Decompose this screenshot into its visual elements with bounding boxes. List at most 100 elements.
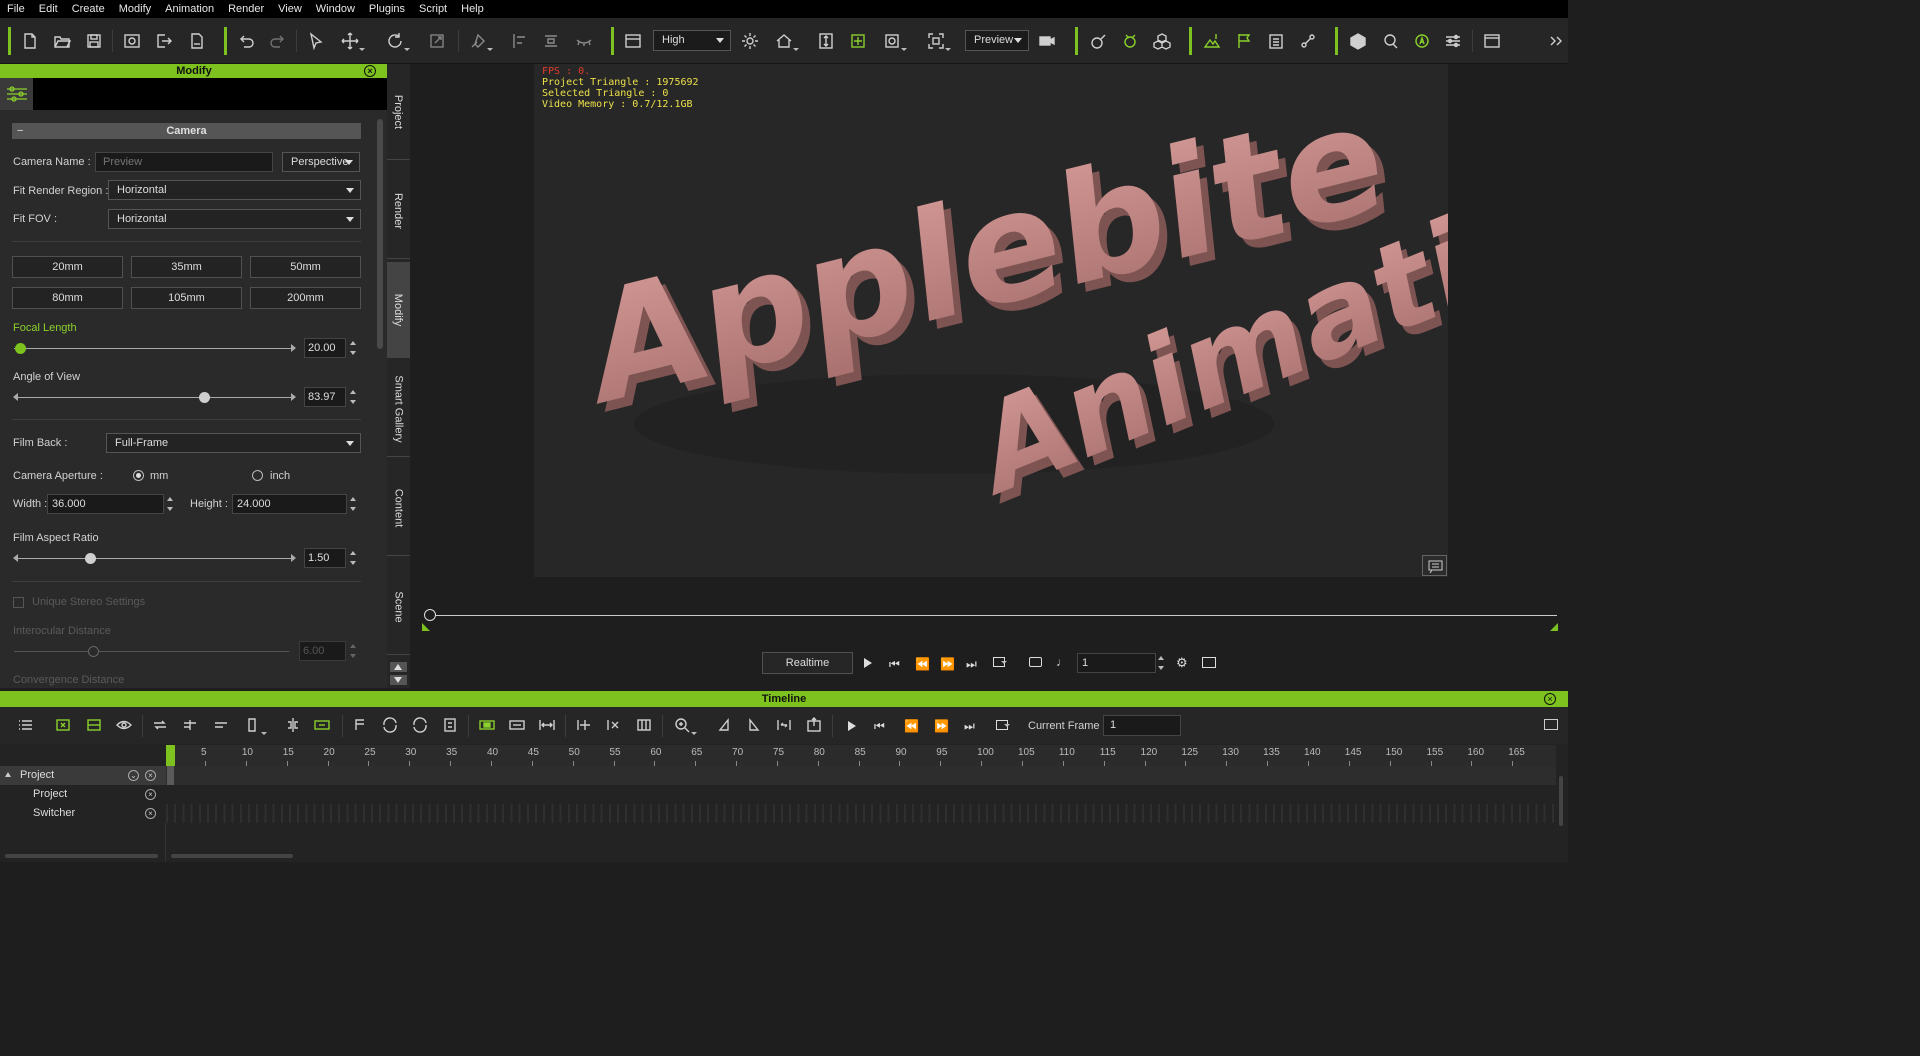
- note-icon[interactable]: [348, 713, 372, 737]
- close-icon[interactable]: ×: [364, 65, 376, 77]
- menu-help[interactable]: Help: [454, 0, 491, 18]
- track-row-switcher[interactable]: Switcher ×: [0, 804, 166, 823]
- light-icon[interactable]: [738, 29, 762, 53]
- menu-script[interactable]: Script: [412, 0, 454, 18]
- key-range-icon[interactable]: [772, 713, 796, 737]
- frame-column-icon[interactable]: [632, 713, 656, 737]
- visibility-icon[interactable]: [112, 713, 136, 737]
- flag-icon[interactable]: [1232, 29, 1256, 53]
- angle-of-view-spinner[interactable]: [349, 387, 359, 407]
- add-key-icon[interactable]: [51, 713, 75, 737]
- width-spinner[interactable]: [166, 494, 176, 514]
- checklist-icon[interactable]: [1264, 29, 1288, 53]
- export-icon[interactable]: [152, 29, 176, 53]
- close-icon[interactable]: ×: [145, 770, 156, 781]
- track-lane-project-group[interactable]: [166, 766, 1556, 785]
- lens-35mm-button[interactable]: 35mm: [131, 256, 242, 278]
- video-camera-icon[interactable]: [1035, 29, 1059, 53]
- lens-200mm-button[interactable]: 200mm: [250, 287, 361, 309]
- fit-range-icon[interactable]: [535, 713, 559, 737]
- timeline-fast-forward-icon[interactable]: ⏩: [934, 719, 949, 733]
- quality-dropdown[interactable]: High: [653, 30, 731, 51]
- clip-icon[interactable]: [240, 713, 267, 737]
- rotate-icon[interactable]: [383, 29, 410, 53]
- angle-of-view-field[interactable]: 83.97: [304, 387, 346, 407]
- frame-selected-icon[interactable]: [924, 29, 951, 53]
- focal-length-track[interactable]: [14, 348, 295, 349]
- music-note-icon[interactable]: ♩: [1056, 655, 1068, 669]
- remove-key-icon[interactable]: [209, 713, 233, 737]
- overflow-chevron-icon[interactable]: [1544, 29, 1568, 53]
- insert-key-icon[interactable]: [178, 713, 202, 737]
- gizmo-toggle-icon[interactable]: [846, 29, 870, 53]
- height-spinner[interactable]: [349, 494, 359, 514]
- preview-render-icon[interactable]: [120, 29, 144, 53]
- range-end-marker[interactable]: [1550, 623, 1558, 631]
- pick-target-icon[interactable]: [880, 29, 907, 53]
- menu-view[interactable]: View: [271, 0, 309, 18]
- timeline-loop-icon[interactable]: [996, 720, 1010, 730]
- previous-key-icon[interactable]: [712, 713, 736, 737]
- scroll-up-icon[interactable]: [390, 662, 407, 672]
- tab-project[interactable]: Project: [387, 64, 410, 160]
- joint-icon[interactable]: [1296, 29, 1320, 53]
- viewport-layout-icon[interactable]: [621, 29, 645, 53]
- stretch-icon[interactable]: [505, 713, 529, 737]
- angle-of-view-slider-handle[interactable]: [198, 392, 210, 403]
- track-lane-project[interactable]: [166, 785, 1556, 804]
- range-icon[interactable]: [310, 713, 334, 737]
- film-aspect-slider-handle[interactable]: [85, 553, 97, 564]
- comment-icon[interactable]: [1422, 555, 1447, 576]
- menu-modify[interactable]: Modify: [112, 0, 158, 18]
- panel-scrollbar[interactable]: [377, 119, 383, 349]
- close-icon[interactable]: ×: [1544, 693, 1556, 705]
- track-row-project[interactable]: Project ×: [0, 785, 166, 804]
- settings-sliders-icon[interactable]: [1441, 29, 1465, 53]
- zoom-icon[interactable]: [670, 713, 697, 737]
- motion-path-icon[interactable]: [1086, 29, 1110, 53]
- play-icon[interactable]: [864, 658, 872, 668]
- lens-80mm-button[interactable]: 80mm: [12, 287, 123, 309]
- timeline-options-icon[interactable]: [1544, 719, 1558, 730]
- playhead-marker[interactable]: [166, 745, 175, 766]
- scroll-down-icon[interactable]: [390, 675, 407, 685]
- width-field[interactable]: 36.000: [47, 494, 164, 514]
- film-aspect-spinner[interactable]: [349, 548, 359, 568]
- loop-icon[interactable]: [993, 657, 1007, 667]
- undo-icon[interactable]: [234, 29, 258, 53]
- menu-render[interactable]: Render: [221, 0, 271, 18]
- lens-105mm-button[interactable]: 105mm: [131, 287, 242, 309]
- reverse-clip-icon[interactable]: [408, 713, 432, 737]
- menu-create[interactable]: Create: [65, 0, 112, 18]
- split-icon[interactable]: [281, 713, 305, 737]
- package-icon[interactable]: [1346, 29, 1370, 53]
- menu-edit[interactable]: Edit: [32, 0, 65, 18]
- aperture-mm-radio[interactable]: [133, 470, 144, 481]
- focal-length-spinner[interactable]: [349, 338, 359, 358]
- realtime-button[interactable]: Realtime: [762, 652, 853, 674]
- menu-animation[interactable]: Animation: [158, 0, 221, 18]
- next-key-icon[interactable]: [742, 713, 766, 737]
- select-icon[interactable]: [304, 29, 328, 53]
- vertical-scrollbar[interactable]: [1559, 776, 1563, 826]
- timeline-first-frame-icon[interactable]: ⏮: [874, 719, 885, 734]
- tab-scene[interactable]: Scene: [387, 559, 410, 655]
- interocular-slider-handle[interactable]: [87, 646, 99, 657]
- menu-file[interactable]: File: [0, 0, 32, 18]
- motion-layer-icon[interactable]: [438, 713, 462, 737]
- auto-icon[interactable]: [1410, 29, 1434, 53]
- rewind-icon[interactable]: ⏪: [915, 657, 930, 671]
- camera-section-header[interactable]: − Camera: [12, 123, 361, 139]
- subtitle-icon[interactable]: [1029, 657, 1042, 667]
- height-field[interactable]: 24.000: [232, 494, 347, 514]
- frame-spinner[interactable]: [1157, 653, 1167, 673]
- fit-render-region-dropdown[interactable]: Horizontal: [108, 180, 361, 200]
- delete-frames-icon[interactable]: [602, 713, 626, 737]
- horizontal-scrollbar[interactable]: [5, 854, 158, 858]
- move-icon[interactable]: [338, 29, 365, 53]
- key-layer-icon[interactable]: [82, 713, 106, 737]
- menu-window[interactable]: Window: [309, 0, 362, 18]
- fit-fov-dropdown[interactable]: Horizontal: [108, 209, 361, 229]
- loop-clip-icon[interactable]: [378, 713, 402, 737]
- filter-icon[interactable]: ⌄: [128, 770, 139, 781]
